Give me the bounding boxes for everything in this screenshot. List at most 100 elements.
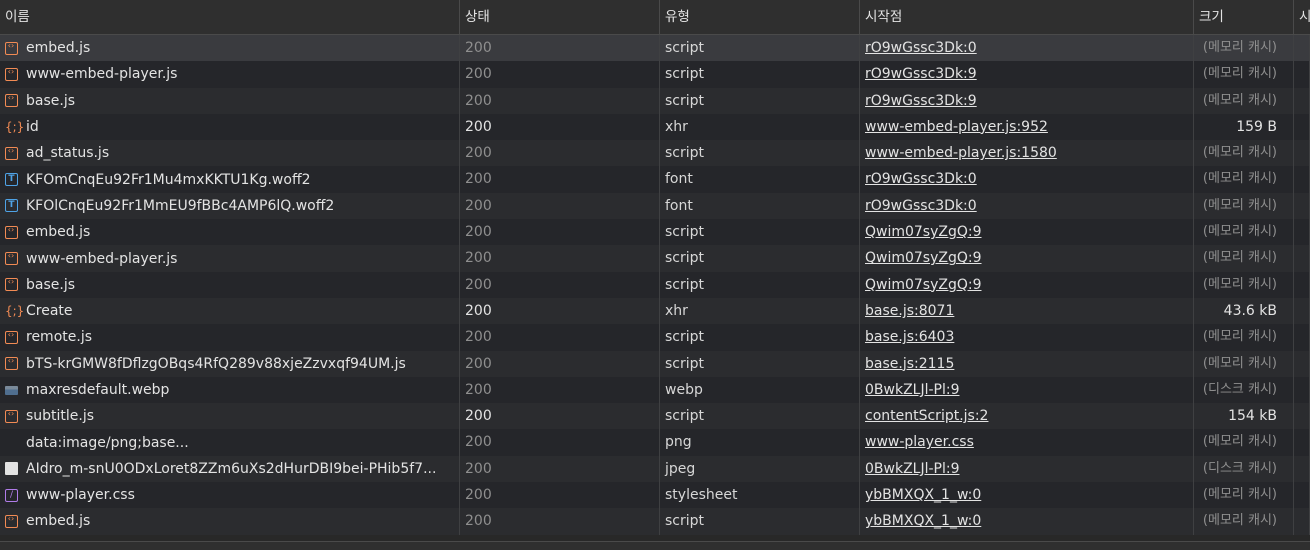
table-row[interactable]: base.js 200script rO9wGssc3Dk:9 (메모리 캐시)	[0, 87, 1310, 114]
cell-name[interactable]: embed.js	[0, 219, 460, 246]
script-file-icon	[5, 351, 18, 371]
cell-name[interactable]: embed.js	[0, 508, 460, 535]
request-name: embed.js	[26, 513, 91, 530]
column-header-name[interactable]: 이름	[0, 0, 460, 34]
initiator-link[interactable]: contentScript.js:2	[865, 408, 988, 424]
initiator-link[interactable]: base.js:6403	[865, 329, 954, 345]
cell-type: jpeg	[660, 455, 860, 483]
table-row[interactable]: maxresdefault.webp 200 webp 0BwkZLJl-Pl:9 (디…	[0, 376, 1310, 404]
table-row[interactable]: bTS-krGMW8fDflzgOBqs4RfQ289v88xjeZzvxqf9…	[0, 350, 1310, 377]
column-header-initiator[interactable]: 시작점	[860, 0, 1194, 34]
initiator-link[interactable]: Qwim07syZgQ:9	[865, 224, 982, 240]
initiator-link[interactable]: Qwim07syZgQ:9	[865, 250, 982, 266]
column-header-size[interactable]: 크기	[1194, 0, 1294, 34]
cell-status: 200	[460, 271, 660, 298]
initiator-link[interactable]: rO9wGssc3Dk:0	[865, 171, 977, 187]
cell-size: (디스크 캐시)	[1194, 455, 1294, 483]
table-row[interactable]: data:image/png;base... 200 png www-player.c…	[0, 429, 1310, 456]
cell-name[interactable]: www-embed-player.js	[0, 245, 460, 272]
table-row[interactable]: subtitle.js 200script contentScript.js:2 15…	[0, 403, 1310, 430]
cell-status: 200	[460, 455, 660, 483]
cell-size: (디스크 캐시)	[1194, 376, 1294, 404]
cell-name[interactable]: T KFOlCnqEu92Fr1MmEU9fBBc4AMP6lQ.woff2	[0, 192, 460, 220]
initiator-link[interactable]: www-embed-player.js:952	[865, 119, 1048, 135]
cell-extra	[1294, 192, 1310, 220]
table-row[interactable]: AIdro_m-snU0ODxLoret8ZZm6uXs2dHurDBI9bei…	[0, 455, 1310, 483]
initiator-link[interactable]: base.js:2115	[865, 356, 954, 372]
cell-name[interactable]: remote.js	[0, 324, 460, 351]
cell-status: 200	[460, 140, 660, 167]
initiator-link[interactable]: rO9wGssc3Dk:0	[865, 198, 977, 214]
initiator-link[interactable]: rO9wGssc3Dk:9	[865, 66, 977, 82]
xhr-file-icon: {;}	[5, 119, 25, 134]
cell-size: (메모리 캐시)	[1194, 324, 1294, 351]
table-row[interactable]: www-embed-player.js 200script rO9wGssc3Dk:…	[0, 61, 1310, 88]
table-row[interactable]: / www-player.css 200 stylesheet ybBMXQX_1_w:…	[0, 482, 1310, 509]
column-header-extra[interactable]: 시	[1294, 0, 1310, 34]
cell-type: xhr	[660, 297, 860, 325]
cell-name[interactable]: {;} id	[0, 113, 460, 141]
script-file-icon	[5, 509, 18, 529]
initiator-link[interactable]: 0BwkZLJl-Pl:9	[865, 461, 960, 477]
initiator-link[interactable]: 0BwkZLJl-Pl:9	[865, 382, 960, 398]
initiator-link[interactable]: base.js:8071	[865, 303, 954, 319]
table-row[interactable]: www-embed-player.js 200script Qwim07syZgQ:…	[0, 245, 1310, 272]
cell-name[interactable]: AIdro_m-snU0ODxLoret8ZZm6uXs2dHurDBI9bei…	[0, 455, 460, 483]
cell-status: 200	[460, 192, 660, 220]
cell-type: font	[660, 192, 860, 220]
image-file-icon	[5, 385, 18, 395]
cell-name[interactable]: base.js	[0, 271, 460, 298]
cell-name[interactable]: base.js	[0, 87, 460, 114]
table-row[interactable]: remote.js 200script base.js:6403 (메모리 캐시)	[0, 324, 1310, 351]
script-file-icon	[5, 141, 18, 161]
table-row[interactable]: embed.js 200script rO9wGssc3Dk:0 (메모리 캐시)	[0, 35, 1310, 62]
table-row[interactable]: ad_status.js 200script www-embed-player.js…	[0, 140, 1310, 167]
request-name: maxresdefault.webp	[26, 382, 170, 398]
initiator-link[interactable]: www-player.css	[865, 434, 974, 450]
table-row[interactable]: {;} id 200 xhr www-embed-player.js:952 159 B	[0, 113, 1310, 141]
cell-status: 200	[460, 297, 660, 325]
column-header-type[interactable]: 유형	[660, 0, 860, 34]
table-row[interactable]: base.js 200script Qwim07syZgQ:9 (메모리 캐시)	[0, 271, 1310, 298]
request-name: subtitle.js	[26, 408, 95, 425]
cell-status: 200	[460, 508, 660, 535]
request-name: remote.js	[26, 329, 93, 346]
table-header: 이름 상태 유형 시작점 크기 시	[0, 0, 1310, 35]
cell-type: script	[660, 324, 860, 351]
table-row[interactable]: T KFOlCnqEu92Fr1MmEU9fBBc4AMP6lQ.woff2 200…	[0, 192, 1310, 220]
cell-size: (메모리 캐시)	[1194, 350, 1294, 377]
cell-size: (메모리 캐시)	[1194, 271, 1294, 298]
cell-name[interactable]: bTS-krGMW8fDflzgOBqs4RfQ289v88xjeZzvxqf9…	[0, 350, 460, 377]
table-row[interactable]: embed.js 200script ybBMXQX_1_w:0 (메모리 캐시)	[0, 508, 1310, 535]
cell-name[interactable]: www-embed-player.js	[0, 61, 460, 88]
initiator-link[interactable]: Qwim07syZgQ:9	[865, 277, 982, 293]
cell-type: xhr	[660, 113, 860, 141]
cell-initiator: www-player.css	[860, 429, 1194, 456]
cell-initiator: ybBMXQX_1_w:0	[860, 508, 1194, 535]
cell-extra	[1294, 403, 1310, 430]
table-row[interactable]: embed.js 200script Qwim07syZgQ:9 (메모리 캐시)	[0, 219, 1310, 246]
initiator-link[interactable]: www-embed-player.js:1580	[865, 145, 1057, 161]
cell-extra	[1294, 113, 1310, 141]
column-header-status[interactable]: 상태	[460, 0, 660, 34]
cell-name[interactable]: / www-player.css	[0, 482, 460, 509]
cell-name[interactable]: embed.js	[0, 35, 460, 62]
cell-initiator: base.js:8071	[860, 297, 1194, 325]
script-file-icon	[5, 246, 18, 266]
table-row[interactable]: {;} Create 200 xhr base.js:8071 43.6 kB	[0, 297, 1310, 325]
cell-extra	[1294, 219, 1310, 246]
table-row[interactable]: T KFOmCnqEu92Fr1Mu4mxKKTU1Kg.woff2 200 font…	[0, 166, 1310, 193]
initiator-link[interactable]: ybBMXQX_1_w:0	[865, 513, 981, 529]
cell-status: 200	[460, 87, 660, 114]
cell-name[interactable]: ad_status.js	[0, 140, 460, 167]
cell-name[interactable]: T KFOmCnqEu92Fr1Mu4mxKKTU1Kg.woff2	[0, 166, 460, 193]
cell-type: png	[660, 429, 860, 456]
initiator-link[interactable]: rO9wGssc3Dk:9	[865, 93, 977, 109]
cell-status: 200	[460, 219, 660, 246]
initiator-link[interactable]: ybBMXQX_1_w:0	[865, 487, 981, 503]
cell-name[interactable]: {;} Create	[0, 297, 460, 325]
cell-name[interactable]: data:image/png;base...	[0, 429, 460, 456]
initiator-link[interactable]: rO9wGssc3Dk:0	[865, 40, 977, 56]
cell-name[interactable]: maxresdefault.webp	[0, 376, 460, 404]
cell-name[interactable]: subtitle.js	[0, 403, 460, 430]
